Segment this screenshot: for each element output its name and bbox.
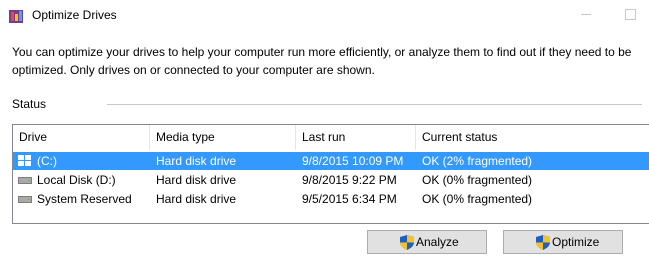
column-header-current-status-label: Current status [422, 130, 498, 144]
cell-last-run: 9/8/2015 9:22 PM [302, 173, 397, 187]
title-bar: Optimize Drives [0, 0, 649, 31]
column-header-media-type[interactable]: Media type [150, 125, 296, 150]
table-row[interactable]: Local Disk (D:) Hard disk drive 9/8/2015… [13, 171, 649, 189]
cell-current-status: OK (0% fragmented) [422, 192, 533, 206]
drives-list[interactable]: Drive Media type Last run Current status… [12, 124, 649, 224]
column-header-last-run-label: Last run [302, 130, 346, 144]
optimize-drives-app-icon [9, 10, 23, 23]
status-divider [107, 104, 642, 105]
maximize-button[interactable] [625, 9, 636, 20]
description-text: You can optimize your drives to help you… [12, 45, 632, 77]
cell-media-type: Hard disk drive [156, 173, 237, 187]
analyze-button[interactable]: Analyze [367, 230, 487, 254]
cell-last-run: 9/8/2015 10:09 PM [302, 154, 404, 168]
cell-media-type: Hard disk drive [156, 192, 237, 206]
cell-drive: (C:) [37, 154, 57, 168]
column-header-drive-label: Drive [19, 130, 48, 144]
cell-last-run: 9/5/2015 6:34 PM [302, 192, 397, 206]
analyze-button-label: Analyze [416, 235, 459, 249]
status-label-text: Status [12, 97, 47, 111]
hard-drive-icon [18, 196, 32, 203]
column-header-last-run[interactable]: Last run [296, 125, 416, 150]
cell-current-status: OK (2% fragmented) [422, 154, 533, 168]
table-row[interactable]: (C:) Hard disk drive 9/8/2015 10:09 PM O… [13, 152, 649, 170]
windows-drive-icon [18, 155, 32, 167]
optimize-button-label: Optimize [552, 235, 600, 249]
cell-drive: System Reserved [37, 192, 132, 206]
table-row[interactable]: System Reserved Hard disk drive 9/5/2015… [13, 190, 649, 208]
optimize-button[interactable]: Optimize [503, 230, 623, 254]
cell-drive: Local Disk (D:) [37, 173, 116, 187]
cell-current-status: OK (0% fragmented) [422, 173, 533, 187]
column-header-media-type-label: Media type [156, 130, 215, 144]
uac-shield-icon [400, 235, 414, 250]
status-section-label: Status [12, 97, 46, 111]
column-header-current-status[interactable]: Current status [416, 125, 649, 150]
minimize-button[interactable] [580, 8, 592, 20]
uac-shield-icon [536, 235, 550, 250]
cell-media-type: Hard disk drive [156, 154, 237, 168]
window-title: Optimize Drives [32, 8, 117, 22]
column-header-drive[interactable]: Drive [13, 125, 150, 150]
hard-drive-icon [18, 177, 32, 184]
